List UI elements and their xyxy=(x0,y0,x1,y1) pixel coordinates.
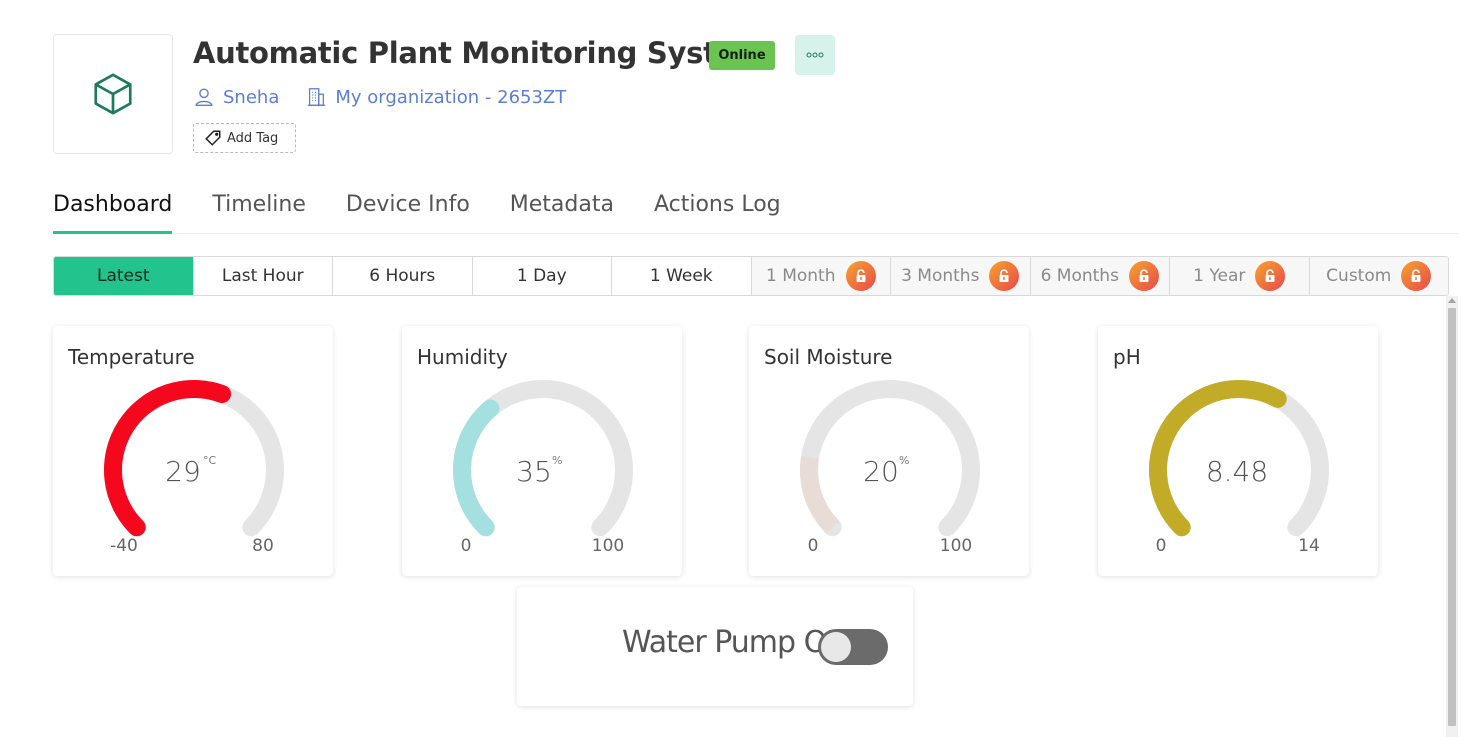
tag-icon xyxy=(205,130,221,146)
lock-icon xyxy=(1401,261,1432,291)
range-1-week[interactable]: 1 Week xyxy=(612,257,752,295)
range-label: Last Hour xyxy=(221,266,304,286)
device-meta: Sneha My organization - 2653ZT xyxy=(193,84,566,110)
temperature-gauge-card: Temperature 29 °C -40 80 xyxy=(53,326,333,576)
gauge-max: 100 xyxy=(940,536,972,556)
gauge-unit: % xyxy=(552,454,562,467)
scrollbar-thumb[interactable] xyxy=(1448,308,1456,726)
gauge-unit: °C xyxy=(203,454,217,467)
gauge-min: 0 xyxy=(1156,536,1167,556)
lock-icon xyxy=(845,261,876,291)
cube-icon xyxy=(94,73,132,115)
ph-gauge: 8.48 0 14 xyxy=(1149,380,1329,556)
gauge-value: 20 xyxy=(863,455,899,488)
lock-icon xyxy=(1128,261,1159,291)
range-1-month[interactable]: 1 Month xyxy=(751,257,891,295)
range-label: 1 Month xyxy=(765,266,836,286)
gauge-fill xyxy=(800,455,840,534)
lock-icon xyxy=(989,261,1020,291)
range-label: 1 Day xyxy=(516,266,567,286)
range-3-months[interactable]: 3 Months xyxy=(891,257,1031,295)
range-6-months[interactable]: 6 Months xyxy=(1030,257,1170,295)
humidity-gauge: 35 % 0 100 xyxy=(453,380,633,556)
owner-link[interactable]: Sneha xyxy=(223,87,279,108)
tab-bar: Dashboard Timeline Device Info Metadata … xyxy=(53,188,1458,234)
gauge-max: 80 xyxy=(252,536,274,556)
range-last-hour[interactable]: Last Hour xyxy=(194,257,333,295)
gauge-value: 8.48 xyxy=(1206,455,1268,488)
time-range-selector: Latest Last Hour 6 Hours 1 Day 1 Week 1 … xyxy=(53,256,1449,296)
range-label: 1 Year xyxy=(1193,266,1246,286)
range-label: Custom xyxy=(1326,266,1392,286)
gauge-unit: % xyxy=(899,454,909,467)
gauge-value: 29 xyxy=(165,455,201,488)
add-tag-button[interactable]: Add Tag xyxy=(193,123,296,153)
more-options-button[interactable] xyxy=(795,35,835,75)
add-tag-label: Add Tag xyxy=(227,130,279,146)
range-custom[interactable]: Custom xyxy=(1309,257,1448,295)
gauge-min: 0 xyxy=(461,536,472,556)
range-label: 6 Months xyxy=(1040,266,1119,286)
range-6-hours[interactable]: 6 Hours xyxy=(333,257,473,295)
scroll-up-arrow-icon[interactable] xyxy=(1448,298,1456,303)
lock-icon xyxy=(1255,261,1286,291)
user-icon xyxy=(195,88,213,106)
tab-dashboard[interactable]: Dashboard xyxy=(53,188,173,234)
range-1-day[interactable]: 1 Day xyxy=(473,257,612,295)
range-latest[interactable]: Latest xyxy=(54,257,194,295)
scrollbar[interactable] xyxy=(1446,296,1458,737)
gauge-max: 100 xyxy=(592,536,624,556)
organization-link[interactable]: My organization - 2653ZT xyxy=(335,87,566,108)
tab-timeline[interactable]: Timeline xyxy=(212,188,306,234)
range-label: 3 Months xyxy=(901,266,980,286)
gauge-min: -40 xyxy=(110,536,138,556)
ph-gauge-card: pH 8.48 0 14 xyxy=(1098,326,1378,576)
humidity-gauge-card: Humidity 35 % 0 100 xyxy=(402,326,682,576)
tab-metadata[interactable]: Metadata xyxy=(510,188,614,234)
building-icon xyxy=(308,88,326,106)
gauge-value: 35 xyxy=(516,455,552,488)
gauge-max: 14 xyxy=(1298,536,1320,556)
range-1-year[interactable]: 1 Year xyxy=(1170,257,1310,295)
soil-moisture-gauge-card: Soil Moisture 20 % 0 100 xyxy=(749,326,1029,576)
more-dots-icon xyxy=(806,52,824,58)
device-image xyxy=(53,34,173,154)
soil-moisture-gauge: 20 % 0 100 xyxy=(800,380,980,556)
tab-actions-log[interactable]: Actions Log xyxy=(654,188,781,234)
range-label: 1 Week xyxy=(649,266,713,286)
temperature-gauge: 29 °C -40 80 xyxy=(104,380,284,556)
gauge-fill xyxy=(453,399,500,537)
tab-device-info[interactable]: Device Info xyxy=(346,188,470,234)
gauge-min: 0 xyxy=(808,536,819,556)
device-title: Automatic Plant Monitoring System xyxy=(193,36,766,70)
range-label: Latest xyxy=(96,266,150,286)
water-pump-card: Water Pump OFF xyxy=(517,587,913,706)
water-pump-toggle[interactable] xyxy=(818,629,888,665)
range-label: 6 Hours xyxy=(369,266,436,286)
toggle-knob xyxy=(821,632,851,662)
status-badge: Online xyxy=(709,41,775,70)
